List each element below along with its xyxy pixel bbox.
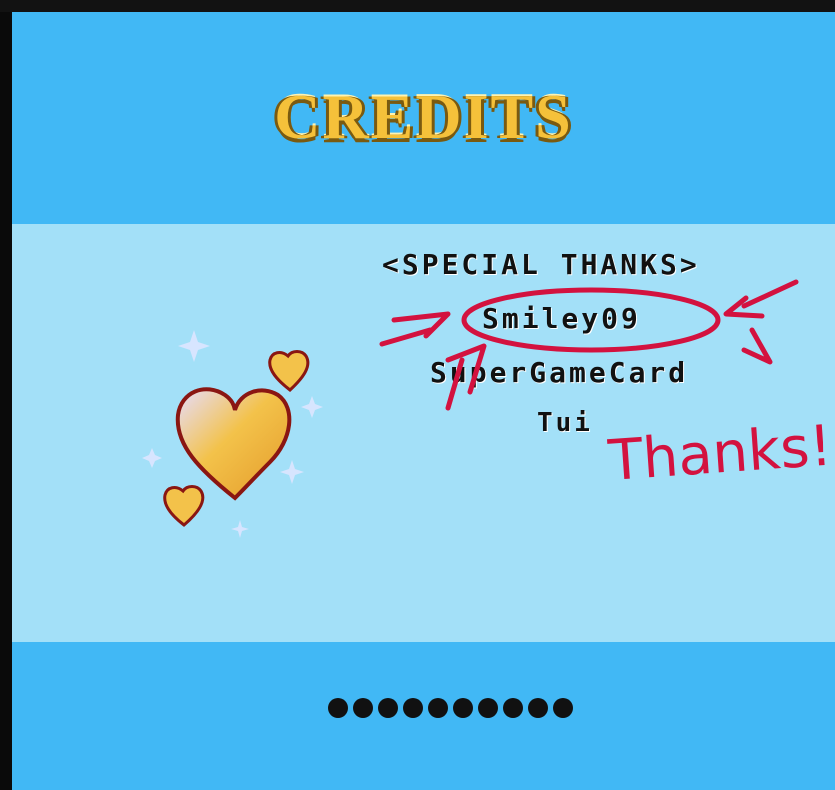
big-heart-icon — [175, 387, 292, 501]
small-heart-icon — [268, 350, 310, 392]
thanks-annotation: Thanks! — [605, 414, 834, 495]
red-annotation — [379, 279, 799, 411]
small-heart-icon — [163, 485, 205, 527]
